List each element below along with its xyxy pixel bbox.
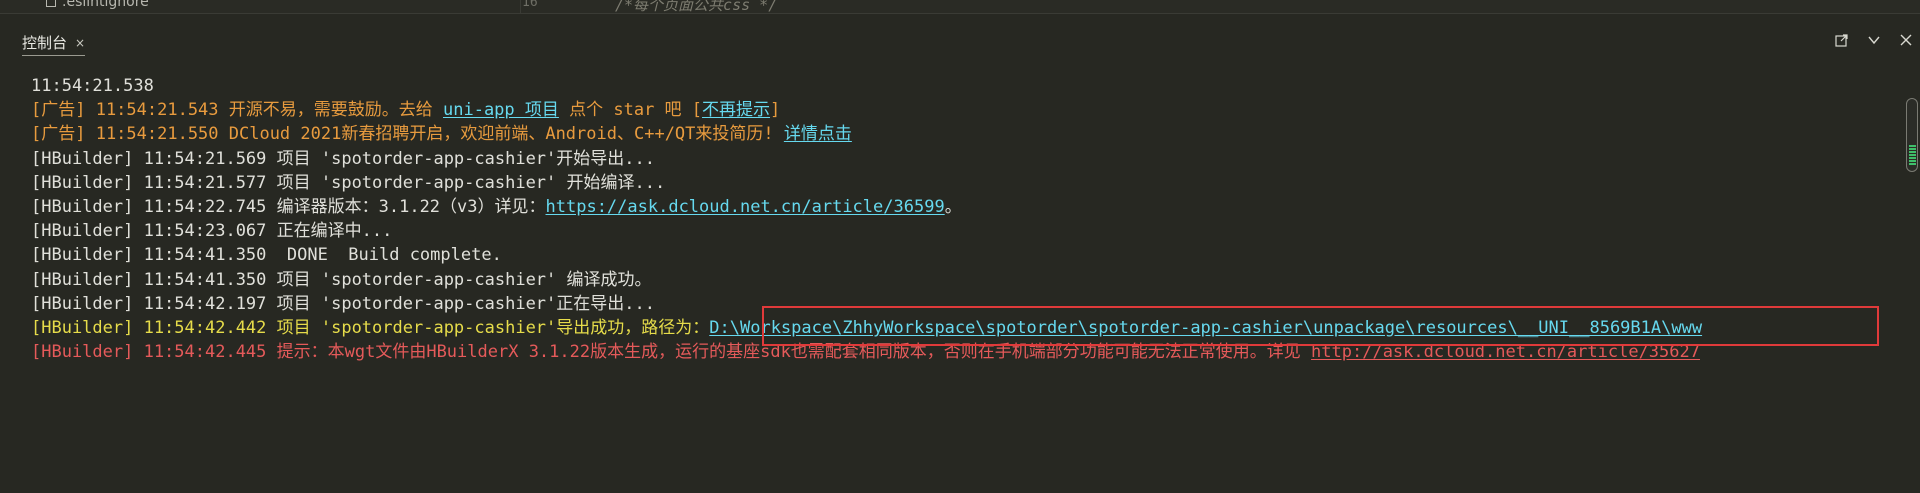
console-text: [HBuilder] 11:54:42.445 提示：本wgt文件由HBuild… [31, 342, 1312, 363]
panel-tabbar: 控制台 × [0, 24, 1920, 64]
console-link[interactable]: 不再提示 [702, 100, 770, 120]
console-text: [广告] 11:54:21.550 DCloud 2021新春招聘开启，欢迎前端… [31, 124, 784, 145]
console-text: [HBuilder] 11:54:23.067 正在编译中... [31, 221, 393, 242]
console-line: [HBuilder] 11:54:41.350 项目 'spotorder-ap… [31, 268, 1911, 292]
console-text: [HBuilder] 11:54:41.350 项目 'spotorder-ap… [31, 269, 652, 290]
vertical-scrollbar[interactable] [1906, 98, 1918, 172]
console-text: 。 [944, 196, 962, 217]
code-line: /*每个页面公共css */ [615, 0, 778, 14]
tab-console[interactable]: 控制台 × [22, 32, 86, 56]
console-link[interactable]: D:\Workspace\ZhhyWorkspace\spotorder\spo… [709, 318, 1702, 338]
console-link[interactable]: http://ask.dcloud.net.cn/article/35627 [1311, 342, 1700, 362]
console-link[interactable]: https://ask.dcloud.net.cn/article/36599 [546, 197, 945, 217]
console-text: [HBuilder] 11:54:42.442 项目 'spotorder-ap… [31, 317, 710, 338]
file-name: .eslintignore [62, 0, 149, 10]
file-icon [46, 0, 56, 7]
console-link[interactable]: uni-app 项目 [443, 100, 559, 120]
console-line: [HBuilder] 11:54:42.442 项目 'spotorder-ap… [31, 316, 1911, 340]
console-line: [HBuilder] 11:54:41.350 DONE Build compl… [31, 243, 1911, 267]
panel-toolbar [1834, 32, 1920, 48]
scroll-markers [1909, 145, 1916, 167]
console-line: [HBuilder] 11:54:42.445 提示：本wgt文件由HBuild… [31, 340, 1911, 364]
close-panel-icon[interactable] [1898, 32, 1914, 48]
console-line: 11:54:21.538 [31, 74, 1911, 98]
close-icon[interactable]: × [75, 36, 85, 50]
console-output: 11:54:21.538 [广告] 11:54:21.543 开源不易，需要鼓励。… [31, 74, 1911, 364]
console-line: [广告] 11:54:21.550 DCloud 2021新春招聘开启，欢迎前端… [31, 122, 1911, 146]
console-text: 点个 star 吧 [ [558, 100, 703, 121]
console-line: [HBuilder] 11:54:42.197 项目 'spotorder-ap… [31, 292, 1911, 316]
console-text: 11:54:21.538 [31, 76, 154, 96]
console-text: [HBuilder] 11:54:21.577 项目 'spotorder-ap… [31, 172, 666, 193]
editor-peek-strip: .eslintignore 16 /*每个页面公共css */ [0, 0, 1920, 14]
console-line: [HBuilder] 11:54:22.745 编译器版本：3.1.22（v3）… [31, 195, 1911, 219]
console-line: [HBuilder] 11:54:21.577 项目 'spotorder-ap… [31, 171, 1911, 195]
console-line: [HBuilder] 11:54:21.569 项目 'spotorder-ap… [31, 147, 1911, 171]
console-line: [HBuilder] 11:54:23.067 正在编译中... [31, 219, 1911, 243]
chevron-down-icon[interactable] [1866, 32, 1882, 48]
console-link[interactable]: 详情点击 [784, 124, 852, 144]
file-tree-item[interactable]: .eslintignore [46, 0, 149, 10]
console-text: [HBuilder] 11:54:21.569 项目 'spotorder-ap… [31, 148, 655, 169]
editor-divider [520, 0, 521, 13]
console-text: [广告] 11:54:21.543 开源不易，需要鼓励。去给 [31, 100, 443, 121]
console-text: [HBuilder] 11:54:22.745 编译器版本：3.1.22（v3）… [31, 196, 546, 217]
export-window-icon[interactable] [1834, 32, 1850, 48]
console-text: ] [770, 100, 781, 121]
line-number: 16 [522, 0, 538, 10]
console-text: [HBuilder] 11:54:41.350 DONE Build compl… [31, 245, 502, 266]
tab-label: 控制台 [22, 34, 68, 52]
console-line: [广告] 11:54:21.543 开源不易，需要鼓励。去给 uni-app 项… [31, 98, 1911, 122]
console-text: [HBuilder] 11:54:42.197 项目 'spotorder-ap… [31, 293, 655, 314]
